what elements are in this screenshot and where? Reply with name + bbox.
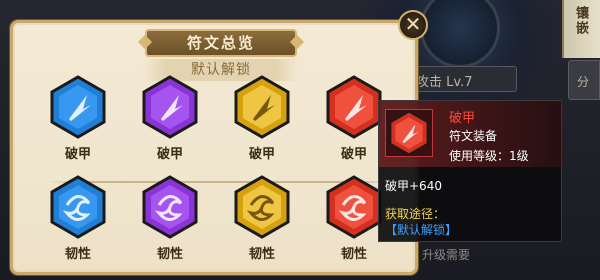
rune-label: 韧性 bbox=[340, 247, 367, 262]
armor-break-rune-icon bbox=[50, 75, 106, 139]
rune-tooltip: 破甲 符文装备 使用等级：1级 破甲+640 获取途径： 【默认解锁】 bbox=[378, 100, 563, 242]
inlay-tab[interactable]: 镶嵌 bbox=[562, 0, 600, 58]
tooltip-rune-name: 破甲 bbox=[449, 111, 476, 126]
rune-label: 韧性 bbox=[64, 247, 91, 262]
toughness-rune-icon bbox=[234, 175, 290, 239]
rune-label: 韧性 bbox=[156, 247, 183, 262]
rune-label: 破甲 bbox=[64, 147, 91, 162]
rune-overview-panel: 符文总览 默认解锁 破甲 破甲 破甲 破甲 韧性 韧性 韧性 韧性 bbox=[10, 20, 418, 275]
rune-item[interactable]: 破甲 bbox=[227, 75, 297, 162]
tooltip-rune-type: 符文装备 bbox=[449, 129, 498, 143]
rune-item[interactable]: 韧性 bbox=[43, 175, 113, 262]
armor-break-rune-icon bbox=[326, 75, 382, 139]
rune-item[interactable]: 韧性 bbox=[135, 175, 205, 262]
rune-item[interactable]: 破甲 bbox=[135, 75, 205, 162]
rune-label: 韧性 bbox=[248, 247, 275, 262]
toughness-rune-icon bbox=[326, 175, 382, 239]
close-button[interactable]: ✕ bbox=[398, 10, 428, 40]
rune-label: 破甲 bbox=[156, 147, 183, 162]
side-tab[interactable]: 分 bbox=[568, 60, 600, 100]
rune-item[interactable]: 破甲 bbox=[43, 75, 113, 162]
tooltip-source-title: 获取途径： bbox=[385, 207, 446, 221]
tooltip-rune-icon bbox=[385, 109, 433, 157]
toughness-rune-icon bbox=[142, 175, 198, 239]
rune-label: 破甲 bbox=[248, 147, 275, 162]
close-icon: ✕ bbox=[404, 12, 422, 36]
armor-break-rune-icon bbox=[389, 110, 429, 156]
rune-item[interactable]: 韧性 bbox=[227, 175, 297, 262]
armor-break-rune-icon bbox=[234, 75, 290, 139]
toughness-rune-icon bbox=[50, 175, 106, 239]
upgrade-requirement-label: 升级需要 bbox=[422, 248, 471, 262]
tooltip-stat: 破甲+640 bbox=[385, 179, 442, 193]
tooltip-source: 【默认解锁】 bbox=[385, 223, 458, 237]
armor-break-rune-icon bbox=[142, 75, 198, 139]
tooltip-use-level: 使用等级：1级 bbox=[449, 149, 529, 163]
attack-level-label: 攻击 Lv.7 bbox=[405, 66, 517, 92]
panel-title: 符文总览 bbox=[145, 29, 297, 57]
